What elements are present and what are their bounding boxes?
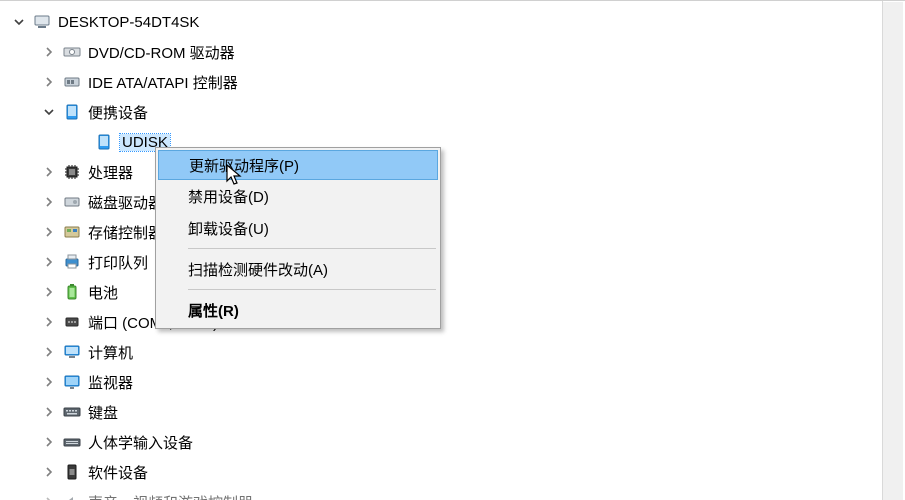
tree-item-label: 键盘 [88, 402, 118, 423]
menu-separator [188, 289, 436, 290]
device-tree[interactable]: DESKTOP-54DT4SK DVD/CD-ROM 驱动器 [0, 1, 883, 500]
tree-item-storage[interactable]: 存储控制器 [0, 217, 882, 247]
tree-item-cpu[interactable]: 处理器 [0, 157, 882, 187]
pc-icon [62, 342, 82, 362]
hid-icon [62, 432, 82, 452]
menu-item-label: 禁用设备(D) [188, 186, 269, 207]
software-device-icon [62, 462, 82, 482]
menu-item-disable-device[interactable]: 禁用设备(D) [158, 180, 438, 212]
tree-item-ports[interactable]: 端口 (COM 和 LPT) [0, 307, 882, 337]
tree-item-label: 便携设备 [88, 102, 148, 123]
chevron-right-icon[interactable] [40, 223, 58, 241]
tree-item-label: 打印队列 [88, 252, 148, 273]
chevron-right-icon[interactable] [40, 343, 58, 361]
computer-icon [32, 12, 52, 32]
tree-item-label: 计算机 [88, 342, 133, 363]
tree-item-label: 监视器 [88, 372, 133, 393]
tree-item-printer[interactable]: 打印队列 [0, 247, 882, 277]
chevron-down-icon[interactable] [10, 13, 28, 31]
context-menu: 更新驱动程序(P) 禁用设备(D) 卸载设备(U) 扫描检测硬件改动(A) 属性… [155, 147, 441, 329]
chevron-right-icon[interactable] [40, 493, 58, 500]
tree-item-label: IDE ATA/ATAPI 控制器 [88, 72, 238, 93]
tree-root-node[interactable]: DESKTOP-54DT4SK [0, 7, 882, 37]
tree-item-battery[interactable]: 电池 [0, 277, 882, 307]
chevron-down-icon[interactable] [40, 103, 58, 121]
keyboard-icon [62, 402, 82, 422]
port-icon [62, 312, 82, 332]
tree-item-monitor[interactable]: 监视器 [0, 367, 882, 397]
chevron-right-icon[interactable] [40, 253, 58, 271]
chevron-right-icon[interactable] [40, 463, 58, 481]
menu-item-update-driver[interactable]: 更新驱动程序(P) [158, 150, 438, 180]
printer-icon [62, 252, 82, 272]
tree-item-label: 软件设备 [88, 462, 148, 483]
disc-drive-icon [62, 42, 82, 62]
tree-item-ide[interactable]: IDE ATA/ATAPI 控制器 [0, 67, 882, 97]
chevron-right-icon[interactable] [40, 403, 58, 421]
expander-empty [72, 133, 90, 151]
tree-item-sound[interactable]: 声音、视频和游戏控制器 [0, 487, 882, 500]
tree-item-keyboard[interactable]: 键盘 [0, 397, 882, 427]
chevron-right-icon[interactable] [40, 163, 58, 181]
portable-device-icon [62, 102, 82, 122]
portable-device-icon [94, 132, 114, 152]
chevron-right-icon[interactable] [40, 433, 58, 451]
tree-item-hid[interactable]: 人体学输入设备 [0, 427, 882, 457]
chevron-right-icon[interactable] [40, 73, 58, 91]
tree-item-computer[interactable]: 计算机 [0, 337, 882, 367]
tree-item-disk[interactable]: 磁盘驱动器 [0, 187, 882, 217]
menu-item-properties[interactable]: 属性(R) [158, 294, 438, 326]
vertical-scrollbar[interactable] [883, 2, 903, 500]
menu-item-label: 卸载设备(U) [188, 218, 269, 239]
monitor-icon [62, 372, 82, 392]
ide-controller-icon [62, 72, 82, 92]
menu-item-scan-hardware[interactable]: 扫描检测硬件改动(A) [158, 253, 438, 285]
device-manager-viewport: DESKTOP-54DT4SK DVD/CD-ROM 驱动器 [0, 0, 905, 500]
chevron-right-icon[interactable] [40, 193, 58, 211]
chevron-right-icon[interactable] [40, 283, 58, 301]
tree-item-label: 人体学输入设备 [88, 432, 193, 453]
chevron-right-icon[interactable] [40, 373, 58, 391]
cpu-icon [62, 162, 82, 182]
tree-item-label: 电池 [88, 282, 118, 303]
menu-item-label: 更新驱动程序(P) [189, 155, 299, 176]
tree-item-label: 存储控制器 [88, 222, 163, 243]
tree-item-dvd[interactable]: DVD/CD-ROM 驱动器 [0, 37, 882, 67]
menu-separator [188, 248, 436, 249]
chevron-right-icon[interactable] [40, 43, 58, 61]
storage-controller-icon [62, 222, 82, 242]
tree-item-portable[interactable]: 便携设备 [0, 97, 882, 127]
chevron-right-icon[interactable] [40, 313, 58, 331]
menu-item-label: 扫描检测硬件改动(A) [188, 259, 328, 280]
sound-icon [62, 492, 82, 500]
menu-item-uninstall-device[interactable]: 卸载设备(U) [158, 212, 438, 244]
tree-item-label: 磁盘驱动器 [88, 192, 163, 213]
tree-item-label: 声音、视频和游戏控制器 [88, 492, 253, 500]
tree-item-software[interactable]: 软件设备 [0, 457, 882, 487]
tree-item-udisk[interactable]: UDISK [0, 127, 882, 157]
tree-root-label: DESKTOP-54DT4SK [58, 14, 199, 31]
tree-item-label: DVD/CD-ROM 驱动器 [88, 42, 235, 63]
tree-item-label: 处理器 [88, 162, 133, 183]
disk-drive-icon [62, 192, 82, 212]
menu-item-label: 属性(R) [188, 300, 239, 321]
battery-icon [62, 282, 82, 302]
